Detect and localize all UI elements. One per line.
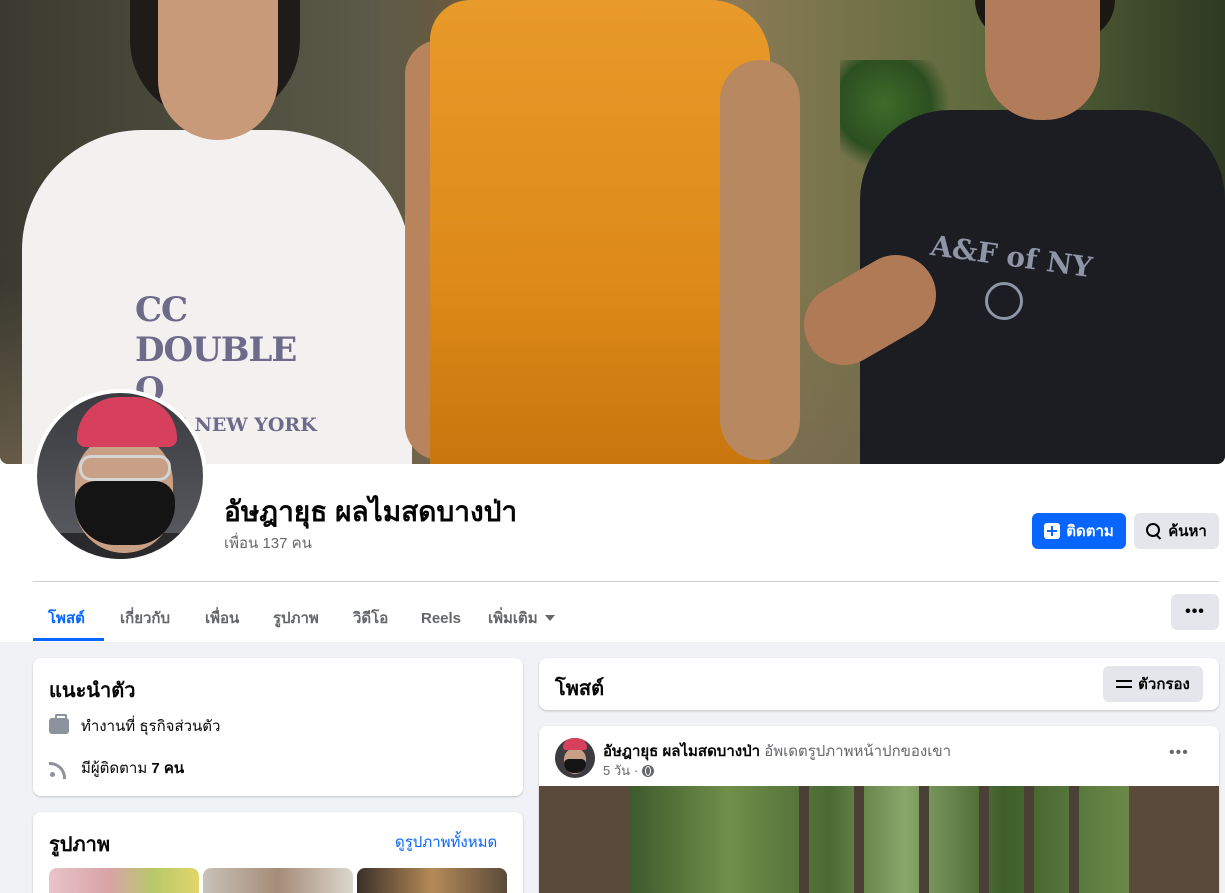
post-image[interactable]: [539, 786, 1219, 893]
cover-shirt-seal: [985, 282, 1023, 320]
active-tab-indicator: [33, 638, 104, 641]
tab-reels[interactable]: Reels: [421, 595, 461, 641]
avatar-cap: [77, 397, 177, 447]
profile-name: อัษฎายุธ ผลไมสดบางป่า: [224, 496, 518, 527]
tab-about[interactable]: เกี่ยวกับ: [120, 595, 170, 641]
header-divider: [33, 581, 1219, 582]
post-avatar[interactable]: [555, 738, 595, 778]
follow-button-label: ติดตาม: [1066, 523, 1114, 540]
avatar-mask: [75, 481, 175, 545]
tree-trunk: [979, 786, 989, 893]
cover-shirt-left-line1: CC DOUBLE O: [135, 290, 297, 410]
filter-icon: [1116, 677, 1133, 691]
followers-prefix: มีผู้ติดตาม: [81, 760, 152, 777]
follow-plus-icon: [1044, 523, 1061, 539]
post-meta: 5 วัน ·: [603, 760, 655, 781]
cover-person-right-face: [985, 0, 1100, 120]
cover-monk-arm-right: [720, 60, 800, 460]
intro-followers-text: มีผู้ติดตาม 7 คน: [81, 756, 184, 780]
filter-button[interactable]: ตัวกรอง: [1103, 666, 1203, 702]
intro-card: แนะนำตัว ทำงานที่ ธุรกิจส่วนตัว มีผู้ติด…: [33, 658, 523, 796]
photos-title: รูปภาพ: [49, 834, 111, 856]
post-meta-separator: ·: [634, 763, 639, 778]
friends-count[interactable]: เพื่อน 137 คน: [224, 531, 312, 555]
more-options-button[interactable]: •••: [1171, 594, 1219, 630]
post-avatar-cap: [563, 738, 587, 750]
follow-button[interactable]: ติดตาม: [1032, 513, 1126, 549]
intro-work-row: ทำงานที่ ธุรกิจส่วนตัว: [49, 714, 220, 738]
photo-thumbnail[interactable]: [49, 868, 199, 893]
profile-avatar[interactable]: [33, 389, 207, 563]
post-options-button[interactable]: •••: [1169, 744, 1189, 762]
profile-header: CC DOUBLE O 1965 NEW YORK A&F of NY อัษฎ…: [0, 0, 1225, 642]
post-image-photo: [629, 786, 1129, 893]
photos-card: รูปภาพ ดูรูปภาพทั้งหมด: [33, 812, 523, 893]
intro-followers-row: มีผู้ติดตาม 7 คน: [49, 756, 184, 780]
intro-work-text: ทำงานที่ ธุรกิจส่วนตัว: [81, 718, 221, 735]
post-action: อัพเดตรูปภาพหน้าปกของเขา: [764, 743, 952, 760]
caret-down-icon: [544, 615, 555, 621]
tree-trunk: [919, 786, 929, 893]
see-all-photos-link[interactable]: ดูรูปภาพทั้งหมด: [395, 830, 497, 854]
globe-icon: [642, 764, 655, 777]
search-button[interactable]: ค้นหา: [1134, 513, 1219, 549]
followers-icon: [49, 758, 69, 779]
tab-videos[interactable]: วิดีโอ: [353, 595, 388, 641]
cover-photo[interactable]: CC DOUBLE O 1965 NEW YORK A&F of NY: [0, 0, 1225, 464]
profile-avatar-image: [37, 393, 203, 559]
tab-posts[interactable]: โพสต์: [48, 595, 85, 641]
cover-person-left-face: [158, 0, 278, 140]
tab-friends[interactable]: เพื่อน: [205, 595, 239, 641]
photo-thumbnail[interactable]: [357, 868, 507, 893]
tree-trunk: [1069, 786, 1079, 893]
photo-thumbnail[interactable]: [203, 868, 353, 893]
post-header-line: อัษฎายุธ ผลไมสดบางป่า อัพเดตรูปภาพหน้าปก…: [603, 739, 951, 763]
post-card: อัษฎายุธ ผลไมสดบางป่า อัพเดตรูปภาพหน้าปก…: [539, 726, 1219, 893]
post-author[interactable]: อัษฎายุธ ผลไมสดบางป่า: [603, 743, 760, 760]
filter-button-label: ตัวกรอง: [1138, 676, 1190, 693]
posts-title: โพสต์: [555, 678, 605, 700]
search-icon: [1146, 523, 1162, 539]
search-button-label: ค้นหา: [1168, 523, 1207, 540]
tab-more-label: เพิ่มเติม: [488, 610, 538, 627]
avatar-glasses: [79, 455, 171, 481]
tab-more[interactable]: เพิ่มเติม: [488, 595, 555, 641]
intro-title: แนะนำตัว: [49, 680, 136, 702]
post-time[interactable]: 5 วัน: [603, 760, 630, 781]
followers-count[interactable]: 7 คน: [151, 760, 184, 777]
tree-trunk: [799, 786, 809, 893]
briefcase-icon: [49, 714, 69, 734]
tree-trunk: [854, 786, 864, 893]
tree-trunk: [1024, 786, 1034, 893]
tab-photos[interactable]: รูปภาพ: [273, 595, 319, 641]
post-avatar-mask: [564, 759, 586, 773]
cover-monk-robe: [430, 0, 770, 464]
